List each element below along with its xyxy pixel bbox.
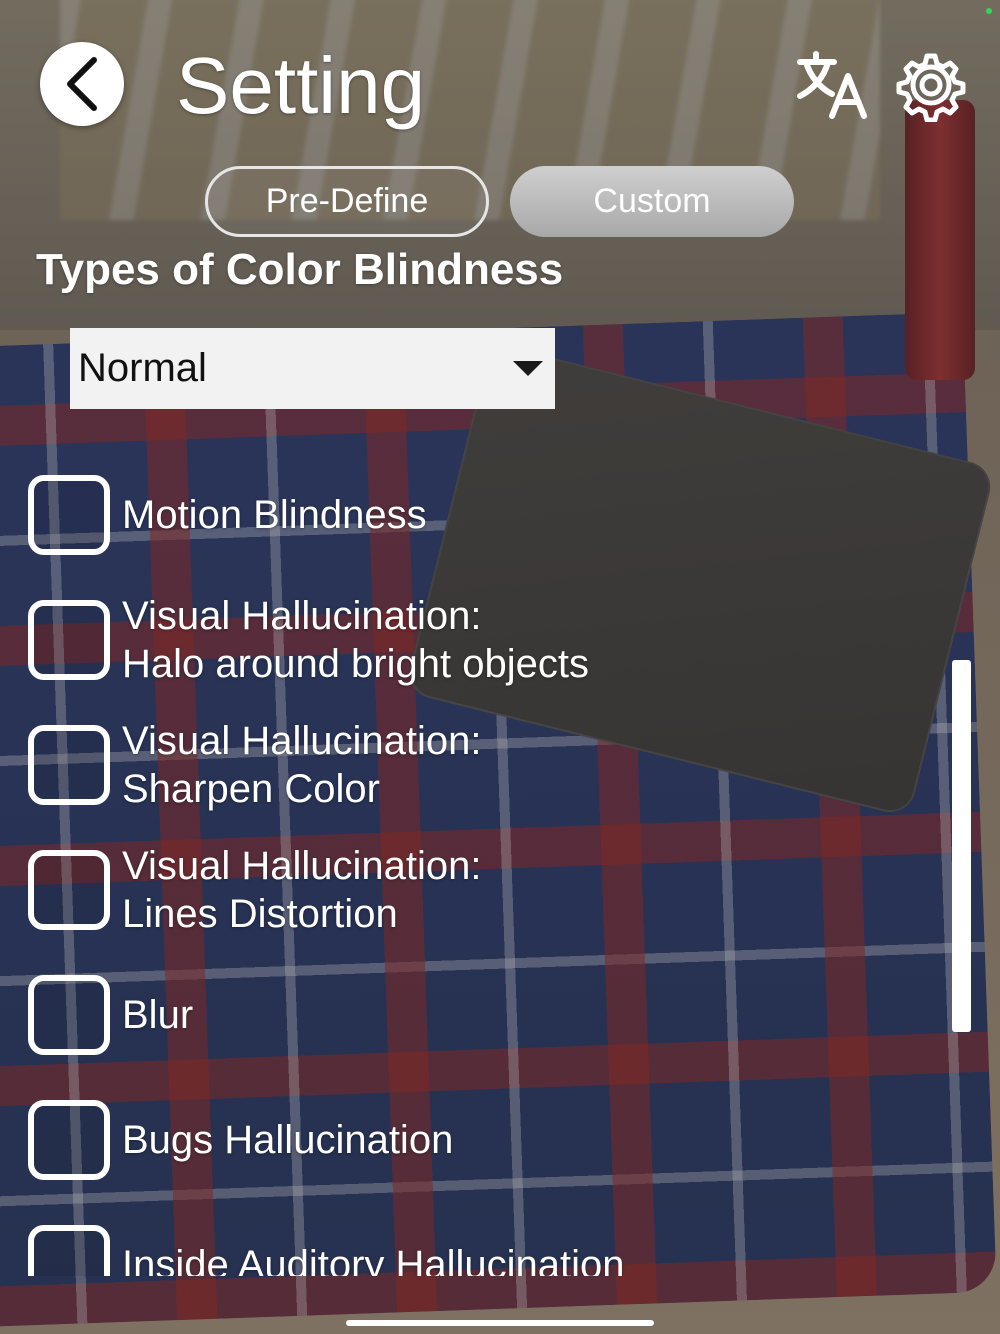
color-blindness-dropdown[interactable]: Normal bbox=[70, 328, 555, 409]
checkbox[interactable] bbox=[28, 1225, 110, 1276]
checkbox[interactable] bbox=[28, 600, 110, 680]
translate-button[interactable] bbox=[796, 50, 870, 120]
checkbox[interactable] bbox=[28, 850, 110, 930]
effects-list[interactable]: Motion Blindness Visual Hallucination: H… bbox=[0, 470, 940, 1276]
tab-custom[interactable]: Custom bbox=[510, 166, 794, 237]
checkbox[interactable] bbox=[28, 1100, 110, 1180]
list-item-label: Motion Blindness bbox=[122, 493, 427, 537]
settings-button[interactable] bbox=[894, 48, 968, 123]
page-title: Setting bbox=[176, 41, 426, 130]
tab-custom-label: Custom bbox=[593, 182, 711, 220]
section-heading-color-blindness: Types of Color Blindness bbox=[36, 245, 564, 294]
home-indicator[interactable] bbox=[346, 1320, 654, 1326]
translate-icon bbox=[797, 51, 867, 119]
tab-pre-define[interactable]: Pre-Define bbox=[205, 166, 489, 237]
checkbox[interactable] bbox=[28, 475, 110, 555]
checkbox[interactable] bbox=[28, 725, 110, 805]
list-item-label: Blur bbox=[122, 993, 194, 1037]
list-item-label: Visual Hallucination: Halo around bright… bbox=[122, 594, 589, 686]
checkbox[interactable] bbox=[28, 975, 110, 1055]
list-item-label: Bugs Hallucination bbox=[122, 1118, 454, 1162]
list-item-label: Visual Hallucination: Sharpen Color bbox=[122, 719, 482, 811]
tab-pre-define-label: Pre-Define bbox=[265, 182, 429, 220]
scrollbar[interactable] bbox=[952, 660, 971, 1032]
gear-icon bbox=[896, 53, 966, 123]
status-indicator-dot bbox=[986, 8, 992, 14]
back-button[interactable] bbox=[40, 42, 124, 126]
list-item-label: Visual Hallucination: Lines Distortion bbox=[122, 844, 482, 936]
chevron-left-icon bbox=[67, 57, 97, 111]
caret-down-icon bbox=[513, 361, 543, 376]
dropdown-selected-value: Normal bbox=[78, 346, 207, 390]
list-item-label: Inside Auditory Hallucination bbox=[122, 1243, 625, 1276]
